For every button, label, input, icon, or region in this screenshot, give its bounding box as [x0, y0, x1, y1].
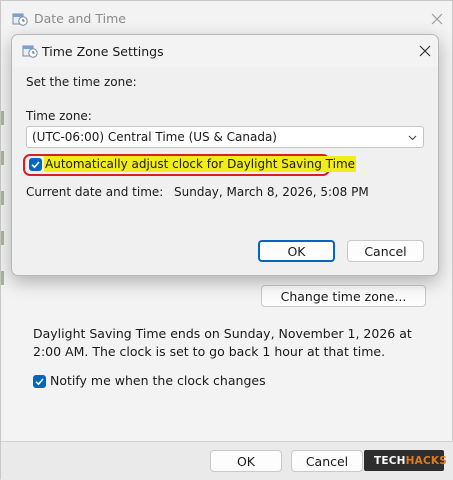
notify-checkbox[interactable]: [33, 375, 46, 388]
ok-button[interactable]: OK: [210, 450, 282, 472]
time-zone-value: (UTC-06:00) Central Time (US & Canada): [32, 130, 277, 144]
dialog-cancel-button[interactable]: Cancel: [347, 240, 424, 262]
clock-calendar-icon: [12, 11, 28, 30]
window-title: Date and Time: [34, 11, 126, 26]
dialog-title: Time Zone Settings: [42, 44, 164, 59]
window-titlebar: Date and Time: [1, 1, 452, 37]
techhacks-watermark: TECH HACKS: [364, 450, 447, 471]
dialog-titlebar: Time Zone Settings: [12, 35, 438, 67]
background-edge: [1, 41, 5, 301]
watermark-tech: TECH: [374, 454, 406, 467]
current-datetime-label: Current date and time:: [26, 185, 164, 199]
notify-label: Notify me when the clock changes: [50, 373, 266, 388]
watermark-hacks: HACKS: [405, 454, 447, 467]
clock-calendar-icon: [22, 43, 38, 62]
dialog-ok-button[interactable]: OK: [258, 240, 335, 262]
time-zone-label: Time zone:: [26, 109, 92, 123]
current-datetime-value: Sunday, March 8, 2026, 5:08 PM: [174, 185, 369, 199]
auto-adjust-label: Automatically adjust clock for Daylight …: [44, 156, 357, 172]
cancel-button[interactable]: Cancel: [291, 450, 363, 472]
close-icon[interactable]: [416, 42, 434, 60]
auto-adjust-checkbox[interactable]: [29, 158, 42, 171]
checkmark-icon: [35, 378, 44, 386]
change-time-zone-button[interactable]: Change time zone...: [261, 285, 426, 307]
time-zone-dropdown[interactable]: (UTC-06:00) Central Time (US & Canada): [26, 126, 424, 148]
chevron-down-icon: [407, 132, 418, 146]
dst-notice: Daylight Saving Time ends on Sunday, Nov…: [33, 326, 412, 359]
checkmark-icon: [31, 161, 40, 169]
close-icon[interactable]: [427, 9, 447, 29]
set-time-zone-heading: Set the time zone:: [26, 75, 137, 89]
time-zone-settings-dialog: Time Zone Settings Set the time zone: Ti…: [11, 34, 439, 276]
